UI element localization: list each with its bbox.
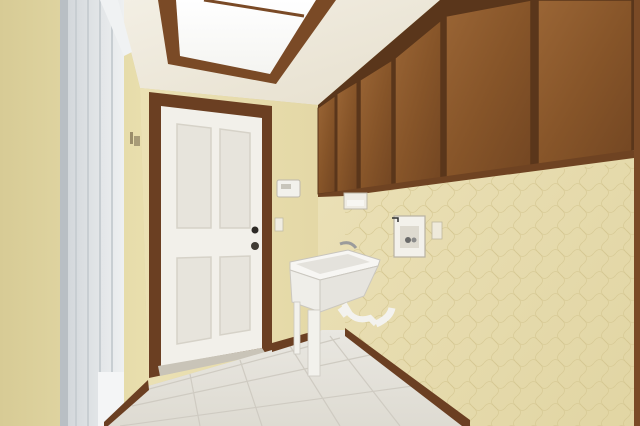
sink-leg: [307, 309, 321, 377]
door-knob: [251, 242, 259, 250]
vertical-blinds: [60, 0, 132, 426]
thermostat: [276, 179, 301, 198]
laundry-room-photo: [0, 0, 640, 426]
photo-canvas: [0, 0, 640, 426]
light-switch: [274, 217, 284, 232]
right-edge-trim: [634, 0, 640, 426]
washer-connection-box: [392, 215, 426, 258]
paper-towel-holder: [343, 192, 368, 210]
exterior-door: [161, 106, 262, 366]
sink-leg: [293, 301, 301, 355]
electrical-outlet: [431, 221, 443, 240]
deadbolt: [251, 226, 259, 234]
